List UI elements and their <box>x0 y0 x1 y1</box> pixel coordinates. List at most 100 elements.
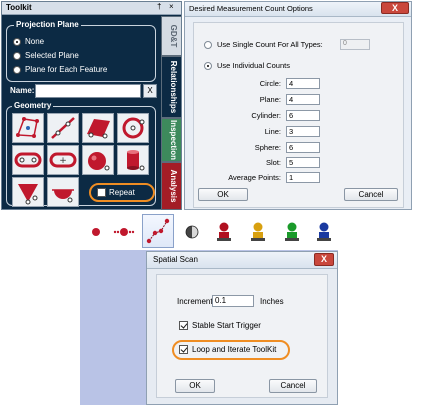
tool-circle[interactable] <box>117 113 149 143</box>
count-label-cylinder: Cylinder: <box>251 111 281 120</box>
spatial-scan-dialog: Spatial Scan X Increment 0.1 Inches Stab… <box>146 251 338 405</box>
line-icon <box>51 117 75 139</box>
spatial-scan-ok-button[interactable]: OK <box>175 379 215 393</box>
tool-plane[interactable] <box>82 113 114 143</box>
count-input-average-points[interactable]: 1 <box>286 172 320 183</box>
toolbar-button-green-person[interactable] <box>280 220 304 244</box>
count-options-titlebar: Desired Measurement Count Options X <box>185 2 411 17</box>
radio-none-indicator[interactable] <box>13 37 21 46</box>
blue-person-icon <box>317 222 331 241</box>
projection-plane-title: Projection Plane <box>14 20 81 29</box>
sphere-alt-icon <box>52 189 74 203</box>
toolkit-title: Toolkit <box>6 3 32 12</box>
circle-icon <box>122 117 145 139</box>
count-input-line[interactable]: 3 <box>286 126 320 137</box>
tool-cone[interactable] <box>12 177 44 207</box>
green-person-icon <box>285 222 299 241</box>
radio-individual-counts[interactable]: Use Individual Counts <box>204 61 290 70</box>
repeat-highlight: Repeat <box>89 183 155 202</box>
count-input-plane[interactable]: 4 <box>286 94 320 105</box>
tab-gdt-label: GD&T <box>169 24 178 48</box>
loop-checkbox[interactable] <box>179 345 188 354</box>
tab-gdt[interactable]: GD&T <box>161 16 181 56</box>
name-input[interactable] <box>35 84 141 98</box>
spatial-scan-titlebar: Spatial Scan X <box>147 252 337 269</box>
count-input-circle[interactable]: 4 <box>286 78 320 89</box>
single-count-label: Use Single Count For All Types: <box>217 40 323 49</box>
toolbar-button-dotted-points[interactable] <box>112 220 136 244</box>
dotted-points-icon <box>113 228 135 236</box>
loop-label: Loop and Iterate ToolKit <box>192 345 277 354</box>
radio-individual-counts-indicator[interactable] <box>204 61 212 70</box>
count-input-slot[interactable]: 5 <box>286 157 320 168</box>
count-options-close-button[interactable]: X <box>381 2 409 14</box>
toolkit-titlebar: Toolkit † × <box>2 2 181 15</box>
tool-cylinder[interactable] <box>117 145 149 175</box>
stable-start-checkbox[interactable] <box>179 321 188 330</box>
count-options-cancel-button[interactable]: Cancel <box>344 188 398 201</box>
tool-sphere-alt[interactable] <box>47 177 79 207</box>
count-input-cylinder[interactable]: 6 <box>286 110 320 121</box>
tool-round-slot[interactable]: + <box>47 145 79 175</box>
cone-icon <box>18 184 38 205</box>
toolbar-button-sphere-probe[interactable] <box>180 220 204 244</box>
tab-analysis[interactable]: Analysis <box>161 162 181 210</box>
cylinder-icon <box>127 150 145 171</box>
spatial-scan-cancel-button[interactable]: Cancel <box>269 379 317 393</box>
geometry-title: Geometry <box>12 101 54 110</box>
count-label-plane: Plane: <box>259 95 281 104</box>
increment-label: Increment <box>177 297 213 306</box>
toolbar-button-scan-path-selected[interactable] <box>142 214 174 248</box>
single-count-input[interactable]: 0 <box>340 39 370 50</box>
pin-icon[interactable]: † <box>157 2 161 11</box>
red-person-icon <box>217 222 231 241</box>
radio-plane-each-feature-indicator[interactable] <box>13 65 21 74</box>
tab-inspection-label: Inspection <box>169 119 178 161</box>
count-input-sphere[interactable]: 6 <box>286 142 320 153</box>
slot-icon <box>14 152 42 168</box>
toolbar-button-red-dot[interactable] <box>84 220 108 244</box>
radio-plane-each-feature[interactable]: Plane for Each Feature <box>13 65 107 74</box>
measurement-toolbar <box>80 214 421 250</box>
spatial-scan-title: Spatial Scan <box>153 255 198 264</box>
close-icon[interactable]: × <box>169 2 174 11</box>
stable-start-label: Stable Start Trigger <box>192 321 261 330</box>
count-label-slot: Slot: <box>265 158 281 167</box>
radio-plane-each-feature-label: Plane for Each Feature <box>25 65 108 74</box>
tool-sphere[interactable] <box>82 145 114 175</box>
tool-point-cloud[interactable] <box>12 113 44 143</box>
repeat-checkbox[interactable] <box>97 188 106 197</box>
tab-inspection[interactable]: Inspection <box>161 118 181 162</box>
radio-selected-plane[interactable]: Selected Plane <box>13 51 79 60</box>
stable-start-row[interactable]: Stable Start Trigger <box>179 321 261 330</box>
radio-none[interactable]: None <box>13 37 44 46</box>
scan-path-icon <box>146 218 170 244</box>
radio-single-count-indicator[interactable] <box>204 40 212 49</box>
spatial-scan-close-button[interactable]: X <box>314 253 334 266</box>
count-label-sphere: Sphere: <box>254 143 281 152</box>
spatial-scan-content: Increment 0.1 Inches Stable Start Trigge… <box>156 274 328 398</box>
count-options-dialog: Desired Measurement Count Options X Use … <box>184 1 412 210</box>
radio-none-label: None <box>25 37 45 46</box>
count-label-average-points: Average Points: <box>228 173 281 182</box>
tool-line[interactable] <box>47 113 79 143</box>
radio-selected-plane-indicator[interactable] <box>13 51 21 60</box>
red-dot-icon <box>92 228 100 236</box>
tab-relationships[interactable]: Relationships <box>161 56 181 118</box>
toolbar-button-blue-person[interactable] <box>312 220 336 244</box>
plane-icon <box>87 119 110 139</box>
increment-unit: Inches <box>260 297 284 306</box>
count-options-ok-button[interactable]: OK <box>198 188 248 201</box>
toolkit-body: Projection Plane None Selected Plane Pla… <box>5 17 159 207</box>
count-label-line: Line: <box>264 127 281 136</box>
toolbar-button-red-person[interactable] <box>212 220 236 244</box>
radio-selected-plane-label: Selected Plane <box>25 51 79 60</box>
loop-row[interactable]: Loop and Iterate ToolKit <box>179 345 276 354</box>
repeat-label: Repeat <box>109 188 135 197</box>
toolbar-button-yellow-person[interactable] <box>246 220 270 244</box>
tool-slot[interactable] <box>12 145 44 175</box>
name-clear-button[interactable]: X <box>143 84 157 98</box>
radio-single-count[interactable]: Use Single Count For All Types: <box>204 40 323 49</box>
increment-input[interactable]: 0.1 <box>212 295 254 307</box>
tab-analysis-label: Analysis <box>169 169 178 203</box>
